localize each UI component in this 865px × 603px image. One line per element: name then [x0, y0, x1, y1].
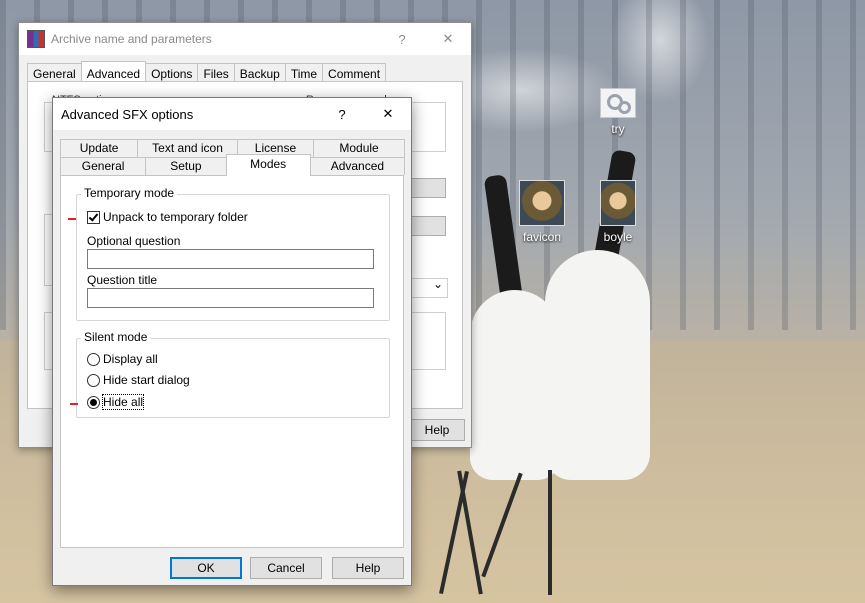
crane-body-right: [545, 250, 650, 480]
tab-setup[interactable]: Setup: [145, 157, 227, 175]
optional-question-label: Optional question: [87, 234, 181, 248]
annotation-mark: [70, 403, 78, 405]
annotation-mark: [68, 218, 76, 220]
radio-hide-start-dialog[interactable]: Hide start dialog: [87, 373, 190, 387]
tab-module[interactable]: Module: [313, 139, 405, 157]
radio-label: Hide all: [101, 394, 145, 410]
help-icon[interactable]: ?: [319, 107, 365, 122]
avatar-image-icon: [600, 180, 636, 226]
radio-label: Hide start dialog: [103, 373, 190, 387]
silent-mode-label: Silent mode: [81, 330, 151, 344]
desktop-icon-favicon[interactable]: favicon: [510, 180, 574, 244]
radio-circle: [87, 373, 100, 387]
optional-question-input[interactable]: [87, 249, 374, 269]
dialog-title: Advanced SFX options: [61, 106, 194, 122]
radio-hide-all[interactable]: Hide all: [87, 394, 145, 410]
partial-button[interactable]: [410, 216, 446, 236]
tab-modes[interactable]: Modes: [225, 154, 311, 176]
crane-leg: [548, 470, 552, 595]
tab-advanced[interactable]: Advanced: [309, 157, 405, 175]
close-icon[interactable]: ✕: [425, 31, 471, 47]
modes-tab-panel: Temporary mode Unpack to temporary folde…: [60, 175, 404, 548]
chevron-down-icon: ⌄: [432, 277, 443, 291]
question-title-input[interactable]: [87, 288, 374, 308]
checkbox-box: [87, 210, 100, 224]
cancel-button[interactable]: Cancel: [250, 557, 322, 579]
close-icon[interactable]: ✕: [365, 106, 411, 122]
desktop-icon-label: favicon: [522, 230, 562, 244]
radio-display-all[interactable]: Display all: [87, 352, 158, 366]
radio-label: Display all: [103, 352, 158, 366]
radio-circle: [87, 395, 100, 409]
question-title-label: Question title: [87, 273, 158, 287]
gear-file-icon: [600, 88, 636, 118]
dialog-titlebar: Advanced SFX options ? ✕: [53, 98, 411, 130]
tab-text-and-icon[interactable]: Text and icon: [137, 139, 238, 157]
help-button[interactable]: Help: [332, 557, 404, 579]
radio-circle: [87, 352, 100, 366]
temporary-mode-label: Temporary mode: [81, 186, 178, 200]
desktop-icon-boyle[interactable]: boyle: [586, 180, 650, 244]
desktop-icon-try[interactable]: try: [586, 88, 650, 136]
tab-row-2: General Setup Modes Advanced: [60, 154, 405, 176]
unpack-to-temp-label: Unpack to temporary folder: [103, 210, 248, 224]
ok-button[interactable]: OK: [170, 557, 242, 579]
avatar-image-icon: [519, 180, 565, 226]
winrar-app-icon: [27, 30, 45, 48]
advanced-sfx-options-dialog: Advanced SFX options ? ✕ Update Text and…: [52, 97, 412, 586]
partial-dropdown[interactable]: ⌄: [410, 277, 448, 298]
unpack-to-temp-checkbox[interactable]: Unpack to temporary folder: [87, 210, 248, 224]
partial-button[interactable]: [410, 178, 446, 198]
help-icon[interactable]: ?: [379, 32, 425, 47]
tab-general[interactable]: General: [60, 157, 147, 175]
desktop-icon-label: try: [611, 122, 625, 136]
tab-update[interactable]: Update: [60, 139, 139, 157]
window-title: Archive name and parameters: [51, 32, 212, 46]
window-titlebar: Archive name and parameters ? ✕: [19, 23, 471, 55]
desktop-icon-label: boyle: [603, 230, 633, 244]
help-button[interactable]: Help: [409, 419, 465, 441]
